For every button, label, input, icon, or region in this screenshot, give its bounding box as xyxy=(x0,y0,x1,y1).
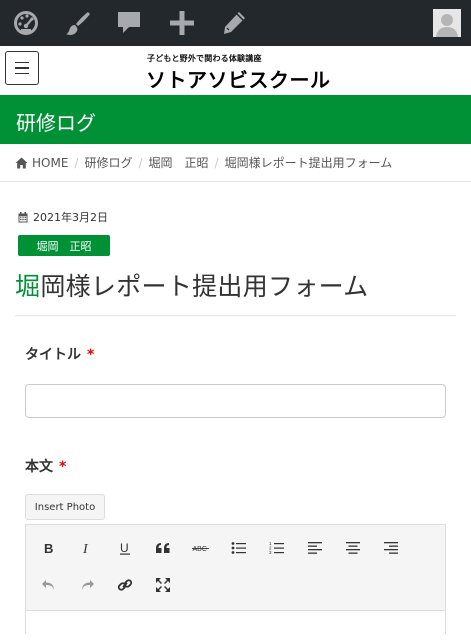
site-tagline[interactable]: 子どもと野外で関わる体験講座 xyxy=(147,53,262,64)
italic-icon[interactable]: I xyxy=(74,535,100,561)
bullet-list-icon[interactable] xyxy=(226,535,252,561)
menu-bar-icon xyxy=(15,61,29,64)
dashboard-icon[interactable] xyxy=(10,7,42,39)
underline-icon[interactable]: U xyxy=(112,535,138,561)
redo-icon[interactable] xyxy=(74,572,100,598)
body-field-label: 本文 * xyxy=(25,456,66,476)
link-icon[interactable] xyxy=(112,572,138,598)
calendar-icon xyxy=(18,211,28,222)
post-title: 堀岡様レポート提出用フォーム xyxy=(15,267,368,303)
post-title-rest: 岡様レポート提出用フォーム xyxy=(40,272,369,301)
title-input[interactable] xyxy=(25,384,446,418)
title-label-text: タイトル xyxy=(25,347,81,363)
breadcrumb-separator: / xyxy=(214,155,219,170)
site-logo[interactable]: ソトアソビスクール xyxy=(146,64,331,93)
breadcrumb-separator: / xyxy=(74,155,79,170)
breadcrumb-home[interactable]: HOME xyxy=(15,156,68,170)
svg-text:U: U xyxy=(120,541,129,555)
blockquote-icon[interactable] xyxy=(150,535,176,561)
breadcrumb-item-author[interactable]: 堀岡 正昭 xyxy=(149,154,209,171)
body-label-text: 本文 xyxy=(25,459,53,475)
svg-text:ABC: ABC xyxy=(193,546,207,553)
site-header: 子どもと野外で関わる体験講座 ソトアソビスクール xyxy=(0,46,471,95)
align-right-icon[interactable] xyxy=(378,535,404,561)
rich-text-editor: B I U ABC 123 xyxy=(25,524,446,640)
menu-bar-icon xyxy=(15,72,29,75)
insert-photo-button[interactable]: Insert Photo xyxy=(25,494,105,520)
post-date-text: 2021年3月2日 xyxy=(33,211,108,224)
numbered-list-icon[interactable]: 123 xyxy=(264,535,290,561)
user-avatar[interactable] xyxy=(433,9,461,37)
svg-text:I: I xyxy=(82,542,89,555)
breadcrumb-separator: / xyxy=(138,155,143,170)
admin-bar xyxy=(0,0,471,46)
menu-bar-icon xyxy=(15,67,29,69)
hamburger-menu-button[interactable] xyxy=(5,51,39,85)
edit-pencil-icon[interactable] xyxy=(218,7,250,39)
title-field-label: タイトル * xyxy=(25,344,94,364)
breadcrumb-item-current: 堀岡様レポート提出用フォーム xyxy=(224,156,393,170)
strikethrough-icon[interactable]: ABC xyxy=(188,535,214,561)
svg-text:3: 3 xyxy=(269,550,272,555)
align-center-icon[interactable] xyxy=(340,535,366,561)
required-mark: * xyxy=(87,347,95,363)
comments-icon[interactable] xyxy=(113,7,145,39)
post-title-first-char: 堀 xyxy=(15,272,41,301)
new-content-icon[interactable] xyxy=(166,7,198,39)
home-icon xyxy=(15,157,28,168)
breadcrumb-home-label: HOME xyxy=(32,155,69,170)
align-left-icon[interactable] xyxy=(302,535,328,561)
svg-text:B: B xyxy=(44,541,53,555)
title-divider xyxy=(15,315,456,316)
breadcrumb-item-category[interactable]: 研修ログ xyxy=(84,154,132,171)
fullscreen-icon[interactable] xyxy=(150,572,176,598)
editor-content-area[interactable] xyxy=(26,610,445,640)
section-header: 研修ログ xyxy=(0,95,471,144)
customize-brush-icon[interactable] xyxy=(62,7,94,39)
undo-icon[interactable] xyxy=(36,572,62,598)
author-tag[interactable]: 堀岡 正昭 xyxy=(18,235,110,256)
section-title: 研修ログ xyxy=(16,111,96,135)
required-mark: * xyxy=(59,459,67,475)
bold-icon[interactable]: B xyxy=(36,535,62,561)
post-date: 2021年3月2日 xyxy=(18,209,108,225)
breadcrumb: HOME / 研修ログ / 堀岡 正昭 / 堀岡様レポート提出用フォーム xyxy=(0,144,471,182)
